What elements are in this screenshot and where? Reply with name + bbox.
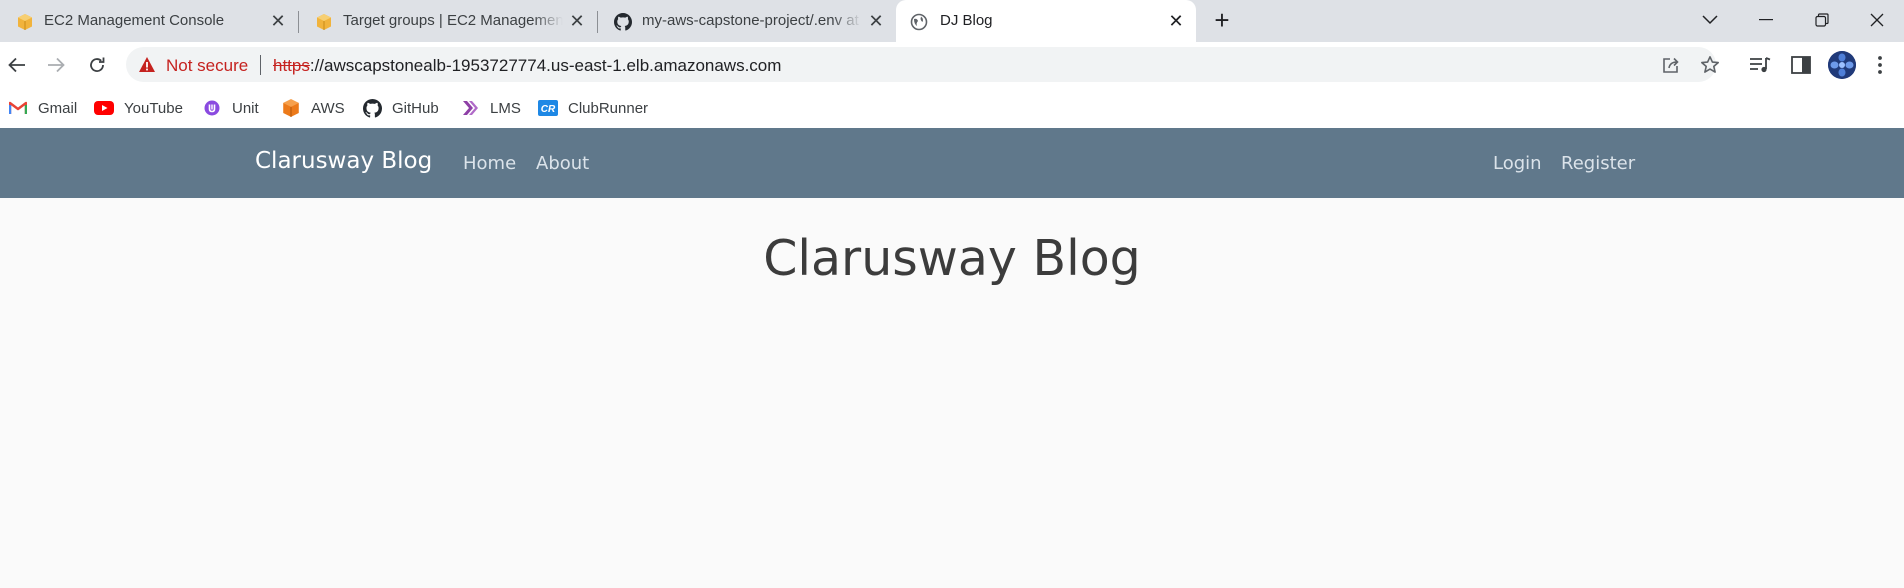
site-brand-link[interactable]: Clarusway Blog (255, 148, 432, 174)
restore-icon (1815, 13, 1829, 27)
address-divider (260, 55, 261, 75)
page-heading: Clarusway Blog (763, 230, 1141, 287)
more-menu-icon[interactable] (1868, 53, 1892, 77)
url-text[interactable]: https://awscapstonealb-1953727774.us-eas… (273, 56, 781, 76)
globe-icon (910, 13, 928, 31)
bookmark-label: LMS (490, 99, 521, 117)
reload-icon (90, 57, 105, 72)
nav-login-link[interactable]: Login (1493, 153, 1542, 174)
site-navbar: Clarusway Blog Home About Login Register (0, 128, 1904, 198)
bookmark-github[interactable]: GitHub (362, 96, 439, 120)
bookmark-youtube[interactable]: YouTube (94, 96, 183, 120)
page-viewport: Clarusway Blog Home About Login Register… (0, 128, 1904, 588)
nav-about-link[interactable]: About (536, 153, 589, 174)
youtube-icon (94, 98, 114, 118)
gmail-icon (8, 98, 28, 118)
back-button[interactable] (2, 50, 32, 80)
svg-text:CR: CR (541, 104, 556, 115)
tab-github-env[interactable]: my-aws-capstone-project/.env at main ✕ (598, 0, 894, 42)
tab-strip: EC2 Management Console ✕ Target groups |… (0, 0, 1904, 42)
forward-button[interactable] (41, 50, 71, 80)
tab-dj-blog[interactable]: DJ Blog ✕ (896, 0, 1196, 42)
bookmark-label: Unit (232, 99, 259, 117)
close-icon[interactable]: ✕ (866, 11, 886, 31)
browser-toolbar: Not secure https://awscapstonealb-195372… (0, 42, 1904, 88)
security-status-label[interactable]: Not secure (166, 56, 248, 76)
profile-avatar[interactable] (1828, 51, 1856, 79)
new-tab-button[interactable]: + (1196, 0, 1248, 40)
bookmark-unit[interactable]: Unit (202, 96, 259, 120)
bookmark-lms[interactable]: LMS (460, 96, 521, 120)
bookmark-gmail[interactable]: Gmail (8, 96, 77, 120)
bookmark-clubrunner[interactable]: CR ClubRunner (538, 96, 648, 120)
chevron-down-icon (1702, 15, 1718, 25)
tab-title: EC2 Management Console (44, 12, 225, 29)
aws-box-icon (16, 13, 34, 31)
tab-title: my-aws-capstone-project/.env at main (642, 12, 862, 29)
tab-ec2-console[interactable]: EC2 Management Console ✕ (0, 0, 296, 42)
address-bar[interactable]: Not secure https://awscapstonealb-195372… (126, 47, 1719, 82)
close-icon[interactable]: ✕ (268, 11, 288, 31)
star-icon[interactable] (1699, 54, 1721, 76)
bookmark-label: YouTube (124, 99, 183, 117)
minimize-button[interactable] (1738, 0, 1794, 40)
tab-search-button[interactable] (1682, 0, 1738, 40)
unit-icon (202, 98, 222, 118)
close-icon[interactable]: ✕ (567, 11, 587, 31)
aws-box-icon (315, 13, 333, 31)
clubrunner-icon: CR (538, 98, 558, 118)
bookmark-label: GitHub (392, 99, 439, 117)
tab-title: DJ Blog (940, 12, 993, 29)
arrow-left-icon (8, 57, 25, 73)
share-icon[interactable] (1660, 54, 1682, 76)
bookmark-label: AWS (311, 99, 345, 117)
nav-register-link[interactable]: Register (1561, 153, 1635, 174)
close-window-button[interactable] (1850, 0, 1904, 40)
tab-title-fade (533, 0, 563, 42)
tab-target-groups[interactable]: Target groups | EC2 Management Console ✕ (299, 0, 595, 42)
bookmark-aws[interactable]: AWS (281, 96, 345, 120)
close-icon[interactable]: ✕ (1166, 11, 1186, 31)
arrow-right-icon (48, 57, 65, 73)
tab-title: Target groups | EC2 Management Console (343, 12, 563, 29)
plus-icon: + (1214, 4, 1230, 35)
aws-box-icon (281, 98, 301, 118)
bookmark-label: Gmail (38, 99, 78, 117)
bookmark-label: ClubRunner (568, 99, 649, 117)
lms-icon (460, 98, 480, 118)
tab-title-fade (832, 0, 862, 42)
reload-button[interactable] (82, 50, 112, 80)
close-icon (1870, 13, 1884, 27)
github-icon (614, 13, 632, 31)
reading-list-icon[interactable] (1748, 53, 1772, 77)
url-scheme: https (273, 56, 310, 75)
url-host: ://awscapstonealb-1953727774.us-east-1.e… (309, 56, 782, 75)
restore-button[interactable] (1794, 0, 1850, 40)
minimize-icon (1759, 19, 1773, 21)
side-panel-icon[interactable] (1789, 53, 1813, 77)
nav-home-link[interactable]: Home (463, 153, 516, 174)
bookmarks-bar: Gmail YouTube Unit AWS GitHub LMS CR Clu… (0, 88, 1904, 128)
warning-icon[interactable] (138, 56, 156, 78)
github-icon (362, 98, 382, 118)
